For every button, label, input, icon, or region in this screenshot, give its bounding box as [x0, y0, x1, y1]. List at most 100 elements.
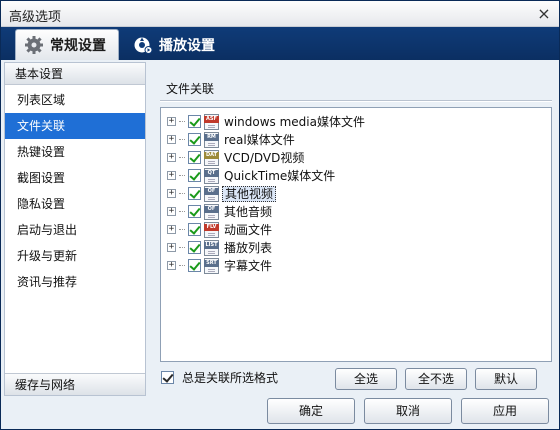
sidebar-item-screenshot[interactable]: 截图设置	[5, 165, 145, 191]
close-icon[interactable]: ×	[535, 5, 553, 23]
sidebar-list: 列表区域 文件关联 热键设置 截图设置 隐私设置 启动与退出 升级与更新 资讯与…	[5, 87, 145, 295]
file-type-tag: SRT	[204, 259, 219, 267]
association-checkbox[interactable]	[188, 241, 201, 254]
file-type-label[interactable]: 字幕文件	[222, 258, 274, 274]
tree-row[interactable]: + OF 其他视频	[167, 185, 277, 202]
always-associate-checkbox[interactable]	[161, 371, 174, 384]
select-none-button[interactable]: 全不选	[405, 368, 467, 390]
file-type-tag: ASF	[204, 115, 219, 123]
ok-button[interactable]: 确定	[267, 398, 355, 424]
file-type-icon: OF	[204, 203, 219, 220]
sidebar-item-news-recommend[interactable]: 资讯与推荐	[5, 269, 145, 295]
cancel-button[interactable]: 取消	[364, 398, 452, 424]
title-bar: 高级选项 ×	[1, 1, 559, 27]
association-checkbox[interactable]	[188, 151, 201, 164]
file-type-icon: QT	[204, 167, 219, 184]
file-type-icon: LIST	[204, 239, 219, 256]
file-type-icon: FLV	[204, 221, 219, 238]
file-type-tag: OF	[204, 187, 219, 195]
file-association-panel: 文件关联 + ASF windows media媒体文件 + RM real媒体文件 + DA…	[150, 62, 556, 396]
expand-icon[interactable]: +	[167, 243, 176, 252]
tree-row[interactable]: + OF 其他音频	[167, 203, 274, 220]
sidebar-item-hotkeys[interactable]: 热键设置	[5, 139, 145, 165]
file-type-tag: QT	[204, 169, 219, 177]
default-button[interactable]: 默认	[475, 368, 537, 390]
file-type-label[interactable]: VCD/DVD视频	[222, 150, 306, 166]
file-type-icon: RM	[204, 131, 219, 148]
settings-sidebar: 基本设置 列表区域 文件关联 热键设置 截图设置 隐私设置 启动与退出 升级与更…	[4, 62, 146, 396]
file-type-label[interactable]: 其他视频	[222, 185, 277, 202]
file-type-icon: ASF	[204, 113, 219, 130]
file-type-icon: OF	[204, 185, 219, 202]
file-type-label[interactable]: windows media媒体文件	[222, 114, 367, 130]
sidebar-item-list-area[interactable]: 列表区域	[5, 87, 145, 113]
sidebar-item-upgrade-update[interactable]: 升级与更新	[5, 243, 145, 269]
file-type-tag: OF	[204, 205, 219, 213]
tree-connector	[179, 121, 185, 122]
advanced-options-window: 高级选项 × 常规设置 播放设置 基本设置 列表区域 文件关联 热键设置 截图设…	[0, 0, 560, 430]
tab-strip: 常规设置 播放设置	[1, 27, 559, 60]
tree-connector	[179, 229, 185, 230]
tab-playback-settings[interactable]: 播放设置	[125, 29, 229, 60]
file-type-tag: RM	[204, 133, 219, 141]
tree-row[interactable]: + SRT 字幕文件	[167, 257, 274, 274]
dialog-buttons: 确定 取消 应用	[1, 397, 559, 429]
sidebar-item-startup-exit[interactable]: 启动与退出	[5, 217, 145, 243]
tab-label: 常规设置	[50, 38, 106, 54]
sidebar-footer-cache-network[interactable]: 缓存与网络	[5, 373, 145, 395]
file-type-tree: + ASF windows media媒体文件 + RM real媒体文件 + DAT VCD/…	[160, 107, 552, 362]
file-type-label[interactable]: 动画文件	[222, 222, 274, 238]
expand-icon[interactable]: +	[167, 135, 176, 144]
apply-button[interactable]: 应用	[461, 398, 549, 424]
tree-connector	[179, 175, 185, 176]
window-title: 高级选项	[9, 10, 62, 25]
gear-icon	[25, 36, 43, 54]
file-type-tag: FLV	[204, 223, 219, 231]
tree-row[interactable]: + RM real媒体文件	[167, 131, 297, 148]
tab-general-settings[interactable]: 常规设置	[15, 29, 119, 60]
play-settings-icon	[134, 37, 153, 54]
tree-row[interactable]: + FLV 动画文件	[167, 221, 274, 238]
expand-icon[interactable]: +	[167, 225, 176, 234]
always-associate-label: 总是关联所选格式	[182, 371, 279, 385]
file-type-label[interactable]: QuickTime媒体文件	[222, 168, 337, 184]
tree-connector	[179, 265, 185, 266]
expand-icon[interactable]: +	[167, 117, 176, 126]
file-type-icon: DAT	[204, 149, 219, 166]
tree-connector	[179, 139, 185, 140]
association-checkbox[interactable]	[188, 115, 201, 128]
expand-icon[interactable]: +	[167, 261, 176, 270]
association-checkbox[interactable]	[188, 169, 201, 182]
tree-connector	[179, 193, 185, 194]
tree-connector	[179, 247, 185, 248]
tree-row[interactable]: + QT QuickTime媒体文件	[167, 167, 337, 184]
association-checkbox[interactable]	[188, 259, 201, 272]
association-checkbox[interactable]	[188, 223, 201, 236]
expand-icon[interactable]: +	[167, 153, 176, 162]
association-checkbox[interactable]	[188, 133, 201, 146]
sidebar-item-file-association[interactable]: 文件关联	[5, 113, 145, 139]
group-label: 文件关联	[166, 82, 215, 96]
expand-icon[interactable]: +	[167, 189, 176, 198]
expand-icon[interactable]: +	[167, 171, 176, 180]
sidebar-header-basic-settings[interactable]: 基本设置	[5, 63, 145, 85]
file-type-tag: DAT	[204, 151, 219, 159]
file-type-label[interactable]: 其他音频	[222, 204, 274, 220]
tab-label: 播放设置	[159, 37, 215, 54]
association-checkbox[interactable]	[188, 187, 201, 200]
tree-connector	[179, 211, 185, 212]
tree-row[interactable]: + LIST 播放列表	[167, 239, 274, 256]
file-type-label[interactable]: real媒体文件	[222, 132, 297, 148]
association-checkbox[interactable]	[188, 205, 201, 218]
expand-icon[interactable]: +	[167, 207, 176, 216]
select-all-button[interactable]: 全选	[335, 368, 397, 390]
tree-connector	[179, 157, 185, 158]
file-type-tag: LIST	[204, 241, 219, 249]
sidebar-item-privacy[interactable]: 隐私设置	[5, 191, 145, 217]
tree-row[interactable]: + ASF windows media媒体文件	[167, 113, 367, 130]
file-type-label[interactable]: 播放列表	[222, 240, 274, 256]
group-divider	[160, 100, 552, 102]
tree-row[interactable]: + DAT VCD/DVD视频	[167, 149, 306, 166]
file-type-icon: SRT	[204, 257, 219, 274]
always-associate-option[interactable]: 总是关联所选格式	[161, 369, 278, 386]
